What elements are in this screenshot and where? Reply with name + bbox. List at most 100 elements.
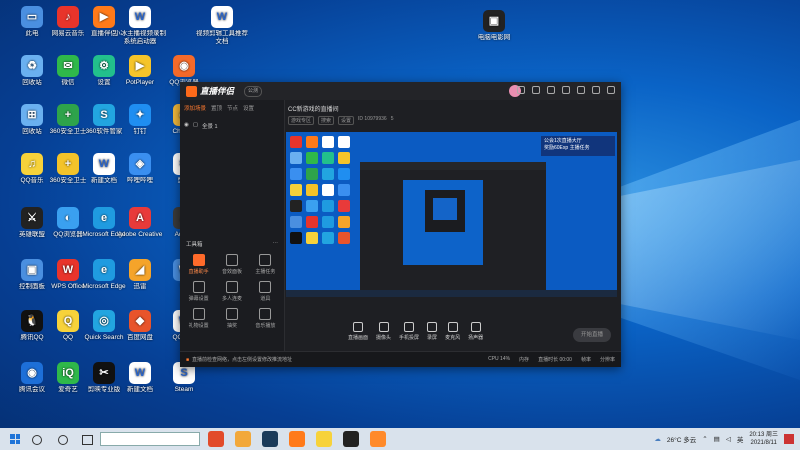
- tool-item[interactable]: 道具: [249, 281, 282, 302]
- notification-icon[interactable]: [784, 434, 794, 444]
- tab-pin[interactable]: 置顶: [211, 104, 222, 112]
- preview-banner-text: 公会1次直播大厅 奖励60Exp 主播任务: [544, 138, 590, 151]
- steam-icon[interactable]: [262, 431, 278, 447]
- desktop-icon[interactable]: W 视频剪辑工具推荐文档: [196, 6, 248, 46]
- tab-add-scene[interactable]: 添加场景: [184, 104, 206, 112]
- tray-overflow-icon[interactable]: ⌃: [702, 435, 707, 443]
- app-icon[interactable]: [343, 431, 359, 447]
- room-meta-item[interactable]: 设置: [338, 116, 355, 125]
- tool-item[interactable]: 音乐播放: [249, 308, 282, 329]
- preview-app-icon: [306, 232, 318, 244]
- preview-app-icon: [290, 136, 302, 148]
- control-button[interactable]: 麦克风: [445, 321, 460, 341]
- ime-icon[interactable]: 英: [737, 434, 744, 444]
- control-button[interactable]: 直播画面: [348, 321, 369, 341]
- nested-preview-window: [425, 190, 465, 232]
- qq-music-icon[interactable]: [316, 431, 332, 447]
- lock-icon[interactable]: [532, 86, 540, 94]
- start-button[interactable]: [10, 434, 20, 444]
- tool-icon: [225, 281, 238, 293]
- tool-label: 抽奖: [226, 323, 237, 329]
- maximize-icon[interactable]: [592, 86, 600, 94]
- app-icon: ✉: [57, 55, 79, 77]
- control-label: 录屏: [427, 334, 438, 341]
- desktop-icon[interactable]: W 小冰主播视频录制系统启动器: [114, 6, 166, 46]
- clock[interactable]: 20:13 周三 2021/8/11: [749, 431, 778, 447]
- preview-app-icon: [290, 232, 302, 244]
- clock-time: 20:13 周三: [749, 432, 778, 438]
- preview-app-icon: [338, 200, 350, 212]
- preview-app-icon: [290, 216, 302, 228]
- nested-titlebar: [360, 162, 546, 170]
- app-icon: ▶: [93, 6, 115, 28]
- nested-preview: [403, 180, 483, 265]
- task-view-icon[interactable]: [82, 435, 93, 445]
- close-icon[interactable]: [607, 86, 615, 94]
- control-button[interactable]: 摄像头: [376, 321, 392, 341]
- app-icon: ◆: [129, 310, 151, 332]
- live-preview: 公会1次直播大厅 奖励60Exp 主播任务: [286, 132, 617, 297]
- tool-item[interactable]: 抽奖: [215, 308, 248, 329]
- volume-icon[interactable]: ◁: [726, 435, 731, 443]
- app-icon: W: [211, 6, 233, 28]
- tool-item[interactable]: 弹幕设置: [182, 281, 215, 302]
- browser-icon[interactable]: [208, 431, 224, 447]
- preview-app-icon: [338, 136, 350, 148]
- scene-item[interactable]: ◉ ▢ 全景 1: [184, 122, 218, 130]
- tool-item[interactable]: 多人连麦: [215, 281, 248, 302]
- tool-icon: [225, 254, 238, 266]
- gift-icon[interactable]: [547, 86, 555, 94]
- app-icon: e: [93, 259, 115, 281]
- cortana-icon[interactable]: [58, 435, 68, 445]
- left-panel: 添加场景 置顶 节点 设置 ◉ ▢ 全景 1 工具箱 ⋯ 直播助手 音效面板 主播任务…: [180, 100, 285, 352]
- version-badge: 公测: [244, 86, 263, 97]
- go-live-button[interactable]: 开始直播: [573, 328, 611, 342]
- control-button[interactable]: 手机投屏: [399, 321, 419, 341]
- settings-icon[interactable]: [517, 86, 525, 94]
- search-icon[interactable]: [32, 435, 42, 445]
- control-icon: [470, 321, 481, 332]
- network-icon[interactable]: ▤: [714, 435, 720, 443]
- control-label: 直播画面: [348, 334, 369, 341]
- preview-app-icon: [338, 152, 350, 164]
- nested-preview-deep: [433, 198, 457, 220]
- preview-app-icon: [322, 152, 334, 164]
- tool-item[interactable]: 直播助手: [182, 254, 215, 275]
- preview-app-icon: [322, 136, 334, 148]
- control-button[interactable]: 扬声器: [468, 321, 483, 341]
- desktop-icon-top-right[interactable]: ▣ 电脑电影网: [468, 10, 520, 42]
- app-icon: ◢: [129, 259, 151, 281]
- app-icon: ✦: [129, 104, 151, 126]
- app-icon: ⚔: [21, 207, 43, 229]
- app-icon: ♻: [21, 55, 43, 77]
- lock-icon[interactable]: ▢: [193, 122, 198, 130]
- preview-app-icon: [338, 184, 350, 196]
- preview-app-icon: [322, 200, 334, 212]
- tab-settings[interactable]: 设置: [243, 104, 254, 112]
- room-meta-item[interactable]: 搜索: [318, 116, 335, 125]
- tool-item[interactable]: 主播任务: [249, 254, 282, 275]
- minimize-icon[interactable]: [577, 86, 585, 94]
- skin-icon[interactable]: [562, 86, 570, 94]
- control-button[interactable]: 录屏: [427, 321, 438, 341]
- room-meta-item[interactable]: 游戏专区: [288, 116, 315, 125]
- movie-site-icon: ▣: [483, 10, 505, 32]
- tool-item[interactable]: 礼物设置: [182, 308, 215, 329]
- weather-text[interactable]: 26°C 多云: [667, 434, 696, 444]
- control-label: 摄像头: [376, 334, 392, 341]
- preview-app-icon: [322, 168, 334, 180]
- app-icon: W: [129, 6, 151, 28]
- app-icon: ▶: [129, 55, 151, 77]
- status-stat: 分辨率: [599, 357, 615, 363]
- tool-icon: [192, 254, 205, 266]
- tab-node[interactable]: 节点: [227, 104, 238, 112]
- more-icon[interactable]: ⋯: [273, 241, 279, 247]
- taskbar-search-box[interactable]: [100, 432, 200, 446]
- tool-label: 音效面板: [221, 269, 242, 275]
- live-companion-icon[interactable]: [289, 431, 305, 447]
- eye-icon[interactable]: ◉: [184, 122, 189, 130]
- media-icon[interactable]: [235, 431, 251, 447]
- live-app-icon[interactable]: [370, 431, 386, 447]
- tool-item[interactable]: 音效面板: [215, 254, 248, 275]
- preview-banner: 公会1次直播大厅 奖励60Exp 主播任务: [541, 136, 615, 156]
